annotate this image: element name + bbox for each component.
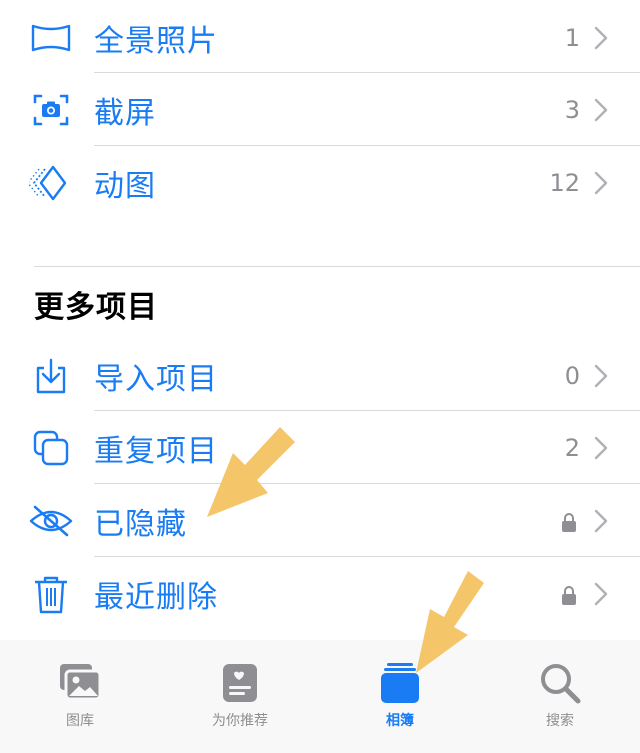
- for-you-icon: [223, 664, 257, 702]
- row-hidden[interactable]: 已隐藏: [0, 485, 640, 557]
- chevron-right-icon: [594, 171, 608, 195]
- chevron-right-icon: [594, 582, 608, 606]
- row-label: 动图: [94, 169, 156, 204]
- tab-search[interactable]: 搜索: [505, 660, 615, 740]
- annotation-arrow-hidden: [207, 427, 295, 517]
- lock-icon: [562, 586, 576, 605]
- row-label: 全景照片: [94, 24, 218, 59]
- row-screenshots[interactable]: 截屏 3: [0, 74, 640, 146]
- photos-library-icon: [60, 664, 102, 701]
- tab-label: 相簿: [386, 713, 414, 729]
- tab-for-you[interactable]: 为你推荐: [185, 660, 295, 740]
- row-label: 导入项目: [94, 362, 218, 397]
- panorama-icon: [28, 15, 74, 61]
- lock-icon: [562, 513, 576, 532]
- row-count: 0: [564, 362, 580, 390]
- tab-label: 图库: [66, 713, 94, 729]
- row-count: 3: [564, 96, 580, 124]
- animated-icon: [28, 160, 74, 206]
- row-count: 12: [549, 169, 580, 197]
- trash-icon: [28, 571, 74, 617]
- row-label: 已隐藏: [94, 507, 187, 542]
- chevron-right-icon: [594, 509, 608, 533]
- tab-label: 搜索: [546, 713, 574, 729]
- row-count: 2: [564, 434, 580, 462]
- tab-bar: 图库 为你推荐 相簿 搜索: [0, 640, 640, 753]
- separator: [94, 483, 640, 484]
- row-count: 1: [564, 24, 580, 52]
- separator: [94, 145, 640, 146]
- separator: [94, 410, 640, 411]
- chevron-right-icon: [594, 98, 608, 122]
- row-duplicates[interactable]: 重复项目 2: [0, 412, 640, 484]
- search-icon: [541, 664, 581, 704]
- import-icon: [28, 353, 74, 399]
- row-label: 最近删除: [94, 580, 218, 615]
- tab-library[interactable]: 图库: [25, 660, 135, 740]
- chevron-right-icon: [594, 364, 608, 388]
- row-imports[interactable]: 导入项目 0: [0, 340, 640, 412]
- duplicate-icon: [28, 425, 74, 471]
- eye-slash-icon: [28, 498, 74, 544]
- chevron-right-icon: [594, 26, 608, 50]
- section-divider: [34, 266, 640, 267]
- tab-label: 为你推荐: [212, 713, 268, 729]
- screenshot-icon: [28, 87, 74, 133]
- separator: [94, 72, 640, 73]
- row-recently-deleted[interactable]: 最近删除: [0, 558, 640, 630]
- row-panorama[interactable]: 全景照片 1: [0, 2, 640, 74]
- chevron-right-icon: [594, 436, 608, 460]
- row-label: 截屏: [94, 96, 156, 131]
- row-animated[interactable]: 动图 12: [0, 147, 640, 219]
- annotation-arrow-albums: [416, 571, 484, 673]
- separator: [94, 556, 640, 557]
- section-title-more-items: 更多项目: [34, 290, 158, 325]
